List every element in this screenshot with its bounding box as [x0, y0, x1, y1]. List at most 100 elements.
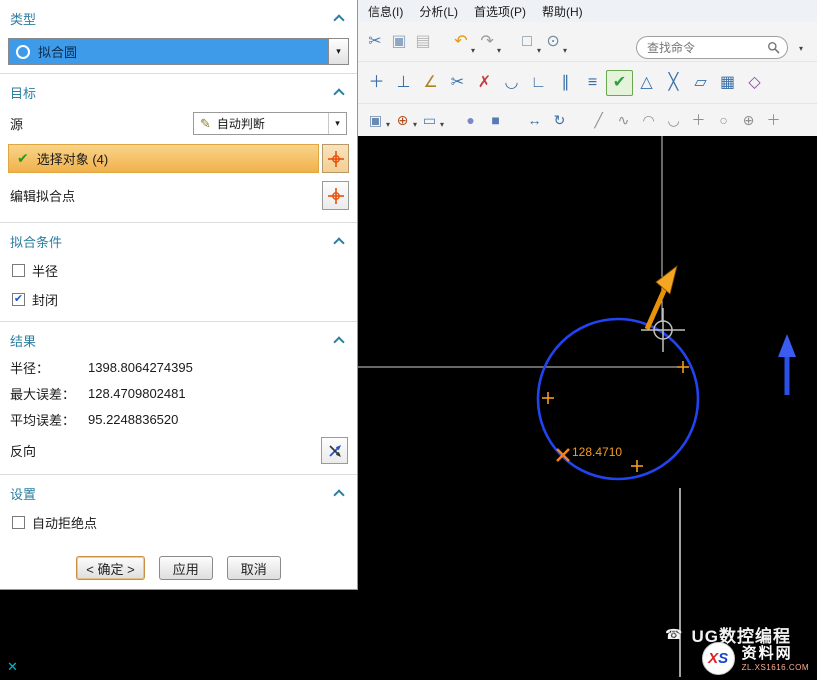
undo-icon[interactable]: ↶: [449, 29, 473, 55]
equal-constraint-icon[interactable]: ≡: [579, 70, 606, 96]
redo-dropdown-caret[interactable]: ▾: [497, 46, 501, 61]
closed-checkbox[interactable]: ✔: [12, 293, 25, 306]
source-label: 源: [10, 114, 23, 133]
select-object-label: 选择对象 (4): [37, 149, 109, 168]
brand-name: 资料网: [742, 645, 809, 662]
perpendicular-constraint-icon[interactable]: ⊥: [390, 70, 417, 96]
circle-tool-icon[interactable]: ○: [711, 109, 736, 131]
line-tool-icon[interactable]: ╱: [586, 109, 611, 131]
type-selected-option[interactable]: 拟合圆: [9, 39, 328, 64]
source-dropdown[interactable]: ✎ 自动判断 ▾: [193, 112, 347, 135]
menu-item[interactable]: 首选项(P): [466, 1, 534, 22]
menu-item[interactable]: 分析(L): [411, 1, 466, 22]
crosshair-icon: [327, 187, 345, 205]
arc-tool-icon[interactable]: ◠: [636, 109, 661, 131]
pan-view-icon[interactable]: ↔: [522, 109, 547, 131]
search-icon: [767, 41, 780, 54]
mirror-curve-icon[interactable]: ╳: [660, 70, 687, 96]
collapse-chevron-icon[interactable]: [333, 489, 344, 500]
crosshair-icon: [327, 150, 345, 168]
select-object-row[interactable]: ✔ 选择对象 (4): [8, 144, 319, 173]
drag-handle-arrow[interactable]: [778, 334, 796, 395]
snap-point-dropdown-caret[interactable]: ▾: [563, 46, 567, 61]
auto-reject-checkbox-label: 自动拒绝点: [32, 513, 97, 532]
source-dropdown-caret[interactable]: ▾: [328, 113, 346, 134]
menu-item[interactable]: 信息(I): [360, 1, 411, 22]
result-radius-value: 1398.8064274395: [88, 360, 193, 375]
shaded-view-icon[interactable]: ●: [458, 109, 483, 131]
wireframe-view-icon[interactable]: ■: [483, 109, 508, 131]
collapse-chevron-icon[interactable]: [333, 237, 344, 248]
logo-letter-s: S: [718, 651, 728, 666]
selection-filter-icon[interactable]: ⊕: [390, 109, 415, 131]
command-finder[interactable]: [636, 36, 788, 59]
measure-icon[interactable]: ◇: [741, 70, 768, 96]
auto-reject-checkbox[interactable]: [12, 516, 25, 529]
edit-fit-points-label: 编辑拟合点: [10, 186, 75, 205]
radius-checkbox[interactable]: [12, 264, 25, 277]
graphics-viewport[interactable]: 128.4710 ☎ UG数控编程 X S 资料网 ZL.XS1616.COM: [358, 136, 817, 677]
offset-curve-icon[interactable]: ▱: [687, 70, 714, 96]
redo-icon[interactable]: ↷: [475, 29, 499, 55]
fillet-icon[interactable]: ◡: [498, 70, 525, 96]
max-error-point-marker[interactable]: [557, 449, 569, 461]
collapse-chevron-icon[interactable]: [333, 336, 344, 347]
check-icon: ✔: [17, 150, 29, 167]
max-error-dimension-label: 128.4710: [572, 445, 622, 459]
type-selected-label: 拟合圆: [38, 42, 77, 61]
rotate-view-icon[interactable]: ↻: [547, 109, 572, 131]
delete-curve-icon[interactable]: ✗: [471, 70, 498, 96]
snap-point-icon[interactable]: ⊙: [541, 29, 565, 55]
result-avg-error-label: 平均误差：: [10, 410, 88, 429]
copy-icon[interactable]: ▣: [387, 29, 411, 55]
section-title-type: 类型: [10, 9, 36, 28]
add-tool-icon[interactable]: ＋: [761, 109, 786, 131]
radius-checkbox-label: 半径: [32, 261, 58, 280]
trim-curve-icon[interactable]: ✂: [444, 70, 471, 96]
result-radius-label: 半径：: [10, 358, 88, 377]
type-dropdown[interactable]: 拟合圆 ▾: [8, 38, 349, 65]
xs-logo: X S: [702, 642, 735, 675]
search-dropdown-caret[interactable]: ▾: [799, 44, 803, 53]
fit-point-marker[interactable]: [677, 361, 689, 373]
infer-icon: ✎: [200, 116, 211, 132]
search-input[interactable]: [647, 41, 763, 55]
reverse-direction-button[interactable]: [321, 437, 348, 464]
display-mode-icon[interactable]: ▣: [363, 109, 388, 131]
section-title-fit-conditions: 拟合条件: [10, 232, 62, 251]
selection-scope-icon[interactable]: □: [515, 29, 539, 55]
section-title-results: 结果: [10, 331, 36, 350]
apply-button[interactable]: 应用: [159, 556, 213, 580]
marquee-select-icon[interactable]: ▭: [417, 109, 442, 131]
fit-point-marker[interactable]: [631, 460, 643, 472]
make-corner-icon[interactable]: ∟: [525, 70, 552, 96]
parallel-constraint-icon[interactable]: ∥: [552, 70, 579, 96]
circle-point-tool-icon[interactable]: ⊕: [736, 109, 761, 131]
select-object-point-button[interactable]: [322, 144, 349, 173]
ok-button[interactable]: < 确定 >: [76, 556, 144, 580]
watermark-brand: X S 资料网 ZL.XS1616.COM: [702, 642, 809, 675]
closed-checkbox-label: 封闭: [32, 290, 58, 309]
fit-point-marker[interactable]: [542, 392, 554, 404]
cut-icon[interactable]: ✂: [363, 29, 387, 55]
cancel-button[interactable]: 取消: [227, 556, 281, 580]
menu-item[interactable]: 帮助(H): [534, 1, 591, 22]
spline-tool-icon[interactable]: ∿: [611, 109, 636, 131]
pattern-curve-icon[interactable]: ▦: [714, 70, 741, 96]
collapse-chevron-icon[interactable]: [333, 88, 344, 99]
point-tool-icon[interactable]: ＋: [686, 109, 711, 131]
marquee-select-dropdown-caret[interactable]: ▾: [440, 120, 444, 135]
point-constraint-icon[interactable]: ＋: [363, 70, 390, 96]
viewport-canvas: 128.4710: [358, 136, 817, 677]
collapse-chevron-icon[interactable]: [333, 14, 344, 25]
edit-fit-points-button[interactable]: [322, 181, 349, 210]
triangle-constraint-icon[interactable]: △: [633, 70, 660, 96]
brand-site: ZL.XS1616.COM: [742, 663, 809, 672]
quick-trim-icon[interactable]: ✔: [606, 70, 633, 96]
fit-circle-dialog: 类型 拟合圆 ▾ 目标 源 ✎ 自动判断 ▾ ✔ 选择对象 (4): [0, 0, 358, 590]
angle-dimension-icon[interactable]: ∠: [417, 70, 444, 96]
type-dropdown-caret[interactable]: ▾: [328, 39, 348, 64]
arc-lower-tool-icon[interactable]: ◡: [661, 109, 686, 131]
paste-icon[interactable]: ▤: [411, 29, 435, 55]
toolbar-row-sketch-tools: ＋⊥∠✂✗◡∟∥≡✔△╳▱▦◇: [358, 62, 817, 104]
